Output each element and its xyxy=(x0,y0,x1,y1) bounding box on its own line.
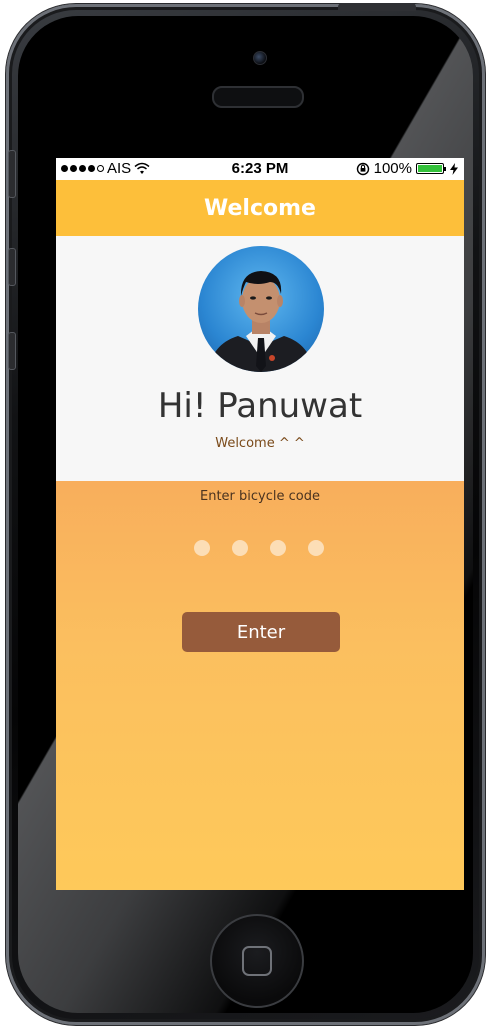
code-dots[interactable] xyxy=(194,540,324,556)
code-digit-dot xyxy=(270,540,286,556)
code-entry-label: Enter bicycle code xyxy=(200,489,320,504)
status-right: 100% xyxy=(356,160,458,177)
code-entry-section: Enter bicycle code Enter xyxy=(56,481,464,890)
enter-button[interactable]: Enter xyxy=(182,612,340,652)
battery-percent: 100% xyxy=(373,160,412,177)
battery-fill xyxy=(418,165,442,172)
greeting-subtitle: Welcome ^ ^ xyxy=(215,436,305,451)
code-digit-dot xyxy=(232,540,248,556)
volume-up-button xyxy=(8,248,16,286)
greeting-title: Hi! Panuwat xyxy=(157,386,363,426)
volume-down-button xyxy=(8,332,16,370)
earpiece-speaker xyxy=(212,86,304,108)
home-square-icon xyxy=(242,946,272,976)
avatar xyxy=(198,246,324,372)
code-digit-dot xyxy=(308,540,324,556)
nav-title: Welcome xyxy=(204,195,316,221)
rotation-lock-icon xyxy=(356,162,369,175)
nav-bar: Welcome xyxy=(56,180,464,236)
screen: AIS 6:23 PM 100% Welcome Hi! Panuwat Wel… xyxy=(56,158,464,890)
charging-icon xyxy=(450,162,458,175)
code-digit-dot xyxy=(194,540,210,556)
profile-section: Hi! Panuwat Welcome ^ ^ xyxy=(56,236,464,481)
mute-switch xyxy=(8,150,16,198)
power-button xyxy=(338,3,416,11)
canvas: AIS 6:23 PM 100% Welcome Hi! Panuwat Wel… xyxy=(0,0,491,1029)
home-button[interactable] xyxy=(210,914,304,1008)
avatar-photo xyxy=(208,271,314,372)
battery-icon xyxy=(416,163,446,174)
front-camera xyxy=(253,51,267,65)
status-bar: AIS 6:23 PM 100% xyxy=(56,158,464,180)
